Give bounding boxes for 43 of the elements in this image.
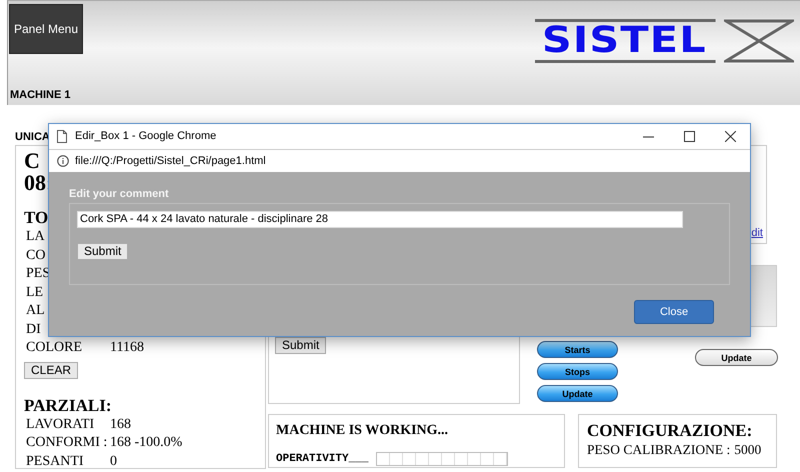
- row-label: CO: [26, 246, 46, 264]
- totals-heading: TO: [24, 208, 48, 228]
- row-value: 168 -100.0%: [110, 434, 182, 452]
- submit-button[interactable]: Submit: [275, 337, 326, 354]
- section-label: UNICA: [15, 130, 50, 145]
- panel-menu-button[interactable]: Panel Menu: [9, 4, 83, 54]
- page-icon: [57, 130, 67, 143]
- logo: SISTEL: [535, 19, 716, 63]
- row-label: AL: [26, 302, 45, 320]
- window-title: Edir_Box 1 - Google Chrome: [75, 129, 216, 144]
- comment-field[interactable]: Cork SPA - 44 x 24 lavato naturale - disciplinare 28: [77, 210, 683, 228]
- row-label: CONFORMI :: [26, 434, 108, 452]
- hourglass-x-icon: [724, 18, 794, 64]
- info-icon[interactable]: [57, 155, 69, 167]
- config-value: 5000: [734, 441, 762, 459]
- panel-title: C: [24, 150, 40, 172]
- update-button[interactable]: Update: [695, 349, 778, 366]
- maximize-icon[interactable]: [684, 131, 695, 142]
- meter-label: OPERATIVITY___: [276, 452, 368, 467]
- row-label: LE: [26, 284, 44, 302]
- row-label: DI: [26, 320, 41, 338]
- config-label: PESO CALIBRAZIONE :: [587, 441, 730, 459]
- comment-legend: Edit your comment: [69, 186, 730, 202]
- close-button[interactable]: Close: [634, 300, 714, 324]
- row-label: PESANTI: [26, 452, 85, 468]
- clear-button[interactable]: CLEAR: [24, 362, 78, 378]
- action-button[interactable]: Update: [537, 385, 618, 402]
- edit-link[interactable]: dit: [751, 224, 763, 241]
- config-title: CONFIGURAZIONE:: [587, 421, 754, 441]
- row-value: 0: [110, 452, 117, 468]
- partials-heading: PARZIALI:: [24, 396, 112, 416]
- machine-label: MACHINE 1: [10, 88, 71, 103]
- row-label: LA: [26, 228, 45, 246]
- status-title: MACHINE IS WORKING...: [276, 422, 450, 440]
- submit-button[interactable]: Submit: [77, 242, 128, 260]
- address-url: file:///Q:/Progetti/Sistel_CRi/page1.html: [75, 154, 266, 169]
- close-icon[interactable]: [725, 131, 736, 142]
- row-label: COLORE: [26, 339, 83, 357]
- action-button[interactable]: Starts: [537, 341, 618, 358]
- action-button[interactable]: Stops: [537, 363, 618, 380]
- row-label: LAVORATI: [26, 416, 96, 434]
- row-value: 11168: [110, 339, 144, 357]
- row-value: 168: [110, 416, 131, 434]
